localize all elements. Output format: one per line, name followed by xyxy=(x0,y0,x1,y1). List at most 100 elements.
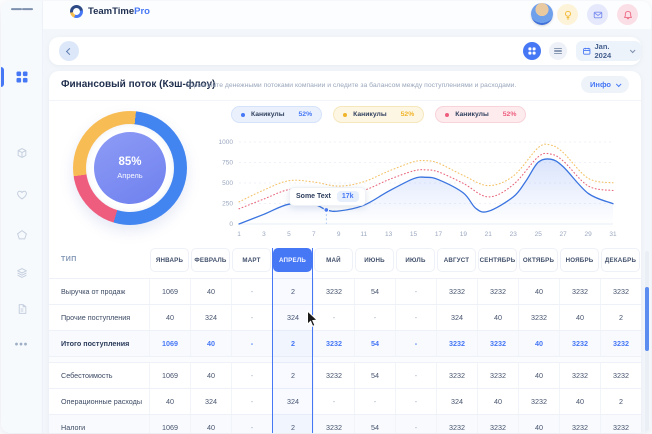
sidebar-item-favorites[interactable] xyxy=(16,190,27,201)
table-cell[interactable]: 54 xyxy=(354,331,395,356)
table-cell[interactable]: 40 xyxy=(149,305,190,330)
table-cell[interactable]: 3232 xyxy=(518,305,559,330)
table-cell[interactable]: 40 xyxy=(518,279,559,304)
month-header-8[interactable]: АВГУСТ xyxy=(437,248,476,272)
table-cell[interactable]: - xyxy=(313,389,354,414)
month-header-9[interactable]: СЕНТЯБРЬ xyxy=(478,248,517,272)
table-cell[interactable]: 3232 xyxy=(600,279,641,304)
table-cell[interactable]: - xyxy=(395,389,436,414)
table-cell[interactable]: 54 xyxy=(354,415,395,433)
table-cell[interactable]: 3232 xyxy=(313,279,354,304)
table-row[interactable]: Прочие поступления40324-324---3244032324… xyxy=(49,304,641,330)
table-cell[interactable]: 3232 xyxy=(477,331,518,356)
table-cell[interactable]: - xyxy=(395,363,436,388)
month-header-5[interactable]: МАЙ xyxy=(314,248,353,272)
mail-button[interactable] xyxy=(587,4,608,25)
back-button[interactable] xyxy=(59,41,79,61)
month-header-3[interactable]: МАРТ xyxy=(232,248,271,272)
table-cell[interactable]: - xyxy=(231,279,272,304)
table-cell[interactable]: 3232 xyxy=(313,363,354,388)
month-header-4[interactable]: АПРЕЛЬ xyxy=(273,248,312,272)
table-cell[interactable]: 324 xyxy=(272,389,313,414)
table-cell[interactable]: 1069 xyxy=(149,415,190,433)
month-header-12[interactable]: ДЕКАБРЬ xyxy=(601,248,640,272)
more-dots-icon[interactable]: ••• xyxy=(15,340,29,351)
month-header-6[interactable]: ИЮНЬ xyxy=(355,248,394,272)
table-cell[interactable]: 40 xyxy=(190,331,231,356)
sidebar-item-dashboard[interactable] xyxy=(16,71,28,83)
user-avatar[interactable] xyxy=(531,3,553,25)
date-picker[interactable]: Jan. 2024 xyxy=(576,41,641,61)
sidebar-item-layers[interactable] xyxy=(16,268,27,279)
app-logo[interactable]: TeamTimePro xyxy=(70,5,150,18)
table-cell[interactable]: 3232 xyxy=(518,389,559,414)
table-cell[interactable]: - xyxy=(395,279,436,304)
legend-chip[interactable]: Каникулы 52% xyxy=(231,106,322,123)
table-cell[interactable]: - xyxy=(395,415,436,433)
table-cell[interactable]: 324 xyxy=(436,389,477,414)
table-row[interactable]: Себестоимость106940-2323254-323232324032… xyxy=(49,362,641,388)
table-cell[interactable]: - xyxy=(231,389,272,414)
table-cell[interactable]: 40 xyxy=(149,389,190,414)
table-cell[interactable]: 2 xyxy=(272,331,313,356)
table-cell[interactable]: 3232 xyxy=(313,415,354,433)
table-cell[interactable]: 324 xyxy=(190,389,231,414)
table-row[interactable]: Выручка от продаж106940-2323254-32323232… xyxy=(49,278,641,304)
legend-chip[interactable]: Каникулы 52% xyxy=(333,106,424,123)
table-cell[interactable]: 3232 xyxy=(559,331,600,356)
table-cell[interactable]: 54 xyxy=(354,363,395,388)
sidebar-item-products[interactable] xyxy=(16,148,27,159)
table-cell[interactable]: 40 xyxy=(518,331,559,356)
sidebar-item-documents[interactable] xyxy=(16,304,27,315)
list-view-button[interactable] xyxy=(549,42,567,60)
table-cell[interactable]: 3232 xyxy=(436,415,477,433)
table-cell[interactable]: - xyxy=(313,305,354,330)
table-cell[interactable]: 2 xyxy=(272,363,313,388)
table-cell[interactable]: 3232 xyxy=(477,415,518,433)
table-cell[interactable]: 40 xyxy=(190,415,231,433)
table-cell[interactable]: - xyxy=(354,389,395,414)
table-cell[interactable]: 2 xyxy=(600,389,641,414)
table-cell[interactable]: - xyxy=(231,363,272,388)
month-header-11[interactable]: НОЯБРЬ xyxy=(560,248,599,272)
month-header-2[interactable]: ФЕВРАЛЬ xyxy=(191,248,230,272)
notifications-button[interactable] xyxy=(617,4,638,25)
scrollbar-thumb[interactable] xyxy=(645,287,649,351)
table-cell[interactable]: 40 xyxy=(190,279,231,304)
month-header-7[interactable]: ИЮЛЬ xyxy=(396,248,435,272)
table-cell[interactable]: 324 xyxy=(190,305,231,330)
table-cell[interactable]: 1069 xyxy=(149,363,190,388)
table-cell[interactable]: 3232 xyxy=(600,331,641,356)
table-row[interactable]: Операционные расходы40324-324---32440323… xyxy=(49,388,641,414)
table-cell[interactable]: - xyxy=(395,331,436,356)
table-cell[interactable]: - xyxy=(231,305,272,330)
table-cell[interactable]: - xyxy=(395,305,436,330)
grid-view-button[interactable] xyxy=(523,42,541,60)
table-cell[interactable]: 40 xyxy=(559,389,600,414)
table-cell[interactable]: 2 xyxy=(272,415,313,433)
table-cell[interactable]: 324 xyxy=(272,305,313,330)
info-dropdown[interactable]: Инфо xyxy=(581,76,629,93)
line-chart[interactable]: 0250500750100013579111315171921232527293… xyxy=(209,137,629,241)
month-header-1[interactable]: ЯНВАРЬ xyxy=(150,248,189,272)
table-cell[interactable]: 3232 xyxy=(313,331,354,356)
table-cell[interactable]: 324 xyxy=(436,305,477,330)
table-cell[interactable]: 3232 xyxy=(436,279,477,304)
table-cell[interactable]: 2 xyxy=(272,279,313,304)
legend-chip[interactable]: Каникулы 52% xyxy=(435,106,526,123)
menu-icon[interactable] xyxy=(11,6,33,12)
table-cell[interactable]: 3232 xyxy=(559,415,600,433)
lightbulb-button[interactable] xyxy=(557,4,578,25)
table-cell[interactable]: 1069 xyxy=(149,279,190,304)
table-cell[interactable]: - xyxy=(231,415,272,433)
table-cell[interactable]: 1069 xyxy=(149,331,190,356)
sidebar-item-messages[interactable] xyxy=(16,230,27,241)
table-cell[interactable]: 3232 xyxy=(436,331,477,356)
table-row[interactable]: Налоги106940-2323254-323232324032323232 xyxy=(49,414,641,433)
table-cell[interactable]: 40 xyxy=(518,415,559,433)
table-row[interactable]: Итого поступления106940-2323254-32323232… xyxy=(49,330,641,356)
table-cell[interactable]: 3232 xyxy=(477,363,518,388)
table-cell[interactable]: 3232 xyxy=(559,363,600,388)
table-cell[interactable]: 3232 xyxy=(477,279,518,304)
month-header-10[interactable]: ОКТЯБРЬ xyxy=(519,248,558,272)
